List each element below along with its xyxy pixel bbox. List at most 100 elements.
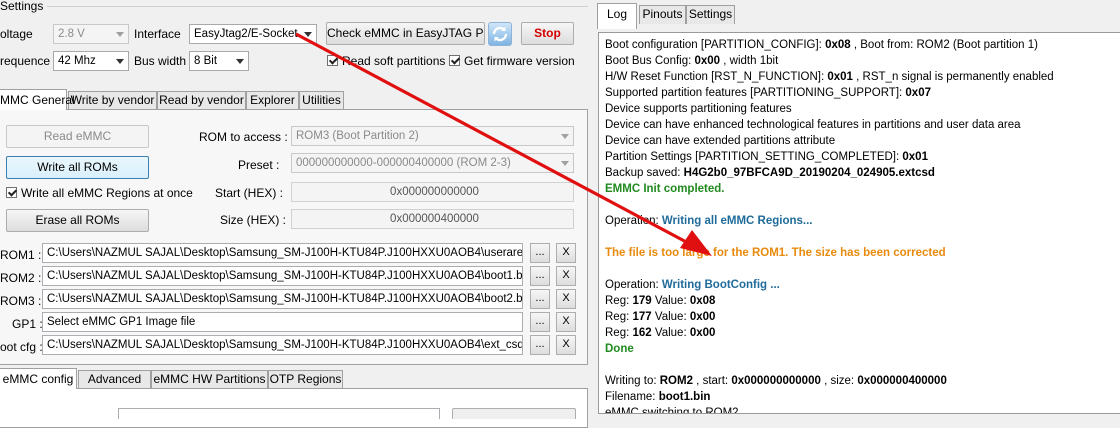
stop-button[interactable]: Stop bbox=[521, 22, 574, 45]
log-line: Operation: Writing BootConfig ... bbox=[605, 279, 780, 291]
gp1-browse-button[interactable]: ... bbox=[530, 312, 550, 332]
log-segment: Boot Bus Config: bbox=[605, 55, 695, 67]
log-line: Backup saved: H4G2b0_97BFCA9D_20190204_0… bbox=[605, 167, 935, 179]
read-emmc-button[interactable]: Read eMMC bbox=[6, 125, 149, 148]
boot-cfg-browse-button[interactable]: ... bbox=[530, 335, 550, 355]
interface-select[interactable]: EasyJtag2/E-Socket bbox=[189, 24, 317, 44]
read-soft-partitions-checkbox[interactable] bbox=[327, 55, 338, 66]
rom1-browse-button[interactable]: ... bbox=[530, 243, 550, 263]
rom1-path-field[interactable]: C:\Users\NAZMUL SAJAL\Desktop\Samsung_SM… bbox=[42, 243, 523, 263]
log-line: Reg: 179 Value: 0x08 bbox=[605, 295, 715, 307]
tab-otp-regions[interactable]: OTP Regions bbox=[268, 370, 343, 388]
bus-width-value: 8 Bit bbox=[194, 55, 218, 67]
interface-value: EasyJtag2/E-Socket bbox=[194, 28, 298, 40]
rom2-clear-button[interactable]: X bbox=[556, 266, 576, 286]
log-segment: The file is too large for the ROM1. The … bbox=[605, 247, 946, 259]
log-line: eMMC switching to ROM2 bbox=[605, 407, 739, 414]
get-firmware-checkbox[interactable] bbox=[449, 55, 460, 66]
log-segment: 162 bbox=[632, 327, 652, 339]
preset-label: Preset : bbox=[238, 158, 280, 172]
gp1-clear-button[interactable]: X bbox=[556, 312, 576, 332]
log-segment: eMMC switching to ROM2 bbox=[605, 407, 739, 414]
log-line: Operation: Writing all eMMC Regions... bbox=[605, 215, 812, 227]
log-segment: Value: bbox=[651, 327, 690, 339]
rom2-browse-button[interactable]: ... bbox=[530, 266, 550, 286]
tab-advanced[interactable]: Advanced bbox=[78, 370, 151, 388]
log-line: Done bbox=[605, 343, 634, 355]
log-segment: , width 1bit bbox=[720, 55, 779, 67]
log-segment: H/W Reset Function [RST_N_FUNCTION]: bbox=[605, 71, 828, 83]
log-segment: Writing BootConfig ... bbox=[661, 279, 780, 291]
write-all-regions-checkbox[interactable] bbox=[6, 187, 17, 198]
log-segment: 0x000000000000 bbox=[731, 375, 821, 387]
log-segment: H4G2b0_97BFCA9D_20190204_024905.extcsd bbox=[683, 167, 935, 179]
tab-emmc-config[interactable]: eMMC config bbox=[0, 368, 77, 389]
rom3-path-field[interactable]: C:\Users\NAZMUL SAJAL\Desktop\Samsung_SM… bbox=[42, 289, 523, 309]
tab-mmc-general[interactable]: MMC General bbox=[0, 89, 75, 110]
log-segment: Device can have enhanced technological f… bbox=[605, 119, 1021, 131]
rom2-path-field[interactable]: C:\Users\NAZMUL SAJAL\Desktop\Samsung_SM… bbox=[42, 266, 523, 286]
rom3-label: ROM3 : bbox=[0, 294, 42, 308]
log-segment: Reg: bbox=[605, 327, 633, 339]
chevron-down-icon bbox=[236, 59, 244, 64]
rom1-clear-button[interactable]: X bbox=[556, 243, 576, 263]
rom3-clear-button[interactable]: X bbox=[556, 289, 576, 309]
log-segment: Supported partition features [PARTITIONI… bbox=[605, 87, 906, 99]
log-segment: 0x00 bbox=[689, 327, 716, 339]
boot-cfg-path-field[interactable]: C:\Users\NAZMUL SAJAL\Desktop\Samsung_SM… bbox=[42, 335, 523, 355]
rom3-browse-button[interactable]: ... bbox=[530, 289, 550, 309]
tab-log[interactable]: Log bbox=[597, 3, 637, 29]
log-segment: Reg: bbox=[605, 295, 633, 307]
tab-pinouts[interactable]: Pinouts bbox=[639, 5, 686, 24]
write-all-regions-label: Write all eMMC Regions at once bbox=[21, 186, 193, 200]
gp1-path-field[interactable]: Select eMMC GP1 Image file bbox=[42, 312, 523, 332]
log-segment: Filename: bbox=[605, 391, 659, 403]
log-segment: 0x00 bbox=[694, 55, 721, 67]
tab-utilities[interactable]: Utilities bbox=[299, 91, 344, 109]
read-soft-partitions-label: Read soft partitions bbox=[342, 54, 446, 68]
boot-cfg-label: oot cfg : bbox=[0, 340, 43, 354]
log-segment: boot1.bin bbox=[658, 391, 711, 403]
rom-access-select[interactable]: ROM3 (Boot Partition 2) bbox=[291, 126, 574, 146]
start-hex-field[interactable]: 0x000000000000 bbox=[291, 182, 574, 202]
log-line: Device supports partitioning features bbox=[605, 103, 792, 115]
tab-write-by-vendor[interactable]: Write by vendor bbox=[68, 91, 157, 109]
log-segment: , RST_n signal is permanently enabled bbox=[852, 71, 1054, 83]
log-segment: Boot configuration [PARTITION_CONFIG]: bbox=[605, 39, 826, 51]
log-line: The file is too large for the ROM1. The … bbox=[605, 247, 946, 259]
log-segment: Operation: bbox=[605, 279, 662, 291]
stop-label: Stop bbox=[534, 26, 561, 40]
voltage-select[interactable]: 2.8 V bbox=[53, 24, 129, 44]
tab-read-by-vendor[interactable]: Read by vendor bbox=[157, 91, 246, 109]
settings-group-title: Settings bbox=[0, 0, 48, 13]
chevron-down-icon bbox=[116, 59, 124, 64]
bus-width-select[interactable]: 8 Bit bbox=[189, 51, 249, 71]
refresh-button[interactable] bbox=[488, 22, 512, 46]
log-segment: 0x000000400000 bbox=[857, 375, 947, 387]
log-line: EMMC Init completed. bbox=[605, 183, 724, 195]
preset-select[interactable]: 000000000000-000000400000 (ROM 2-3) bbox=[291, 153, 574, 173]
frequence-select[interactable]: 42 Mhz bbox=[53, 51, 129, 71]
log-segment: , start: bbox=[692, 375, 732, 387]
tab-explorer[interactable]: Explorer bbox=[246, 91, 299, 109]
log-segment: ROM2 bbox=[659, 375, 693, 387]
log-line: Partition Settings [PARTITION_SETTING_CO… bbox=[605, 151, 928, 163]
log-segment: Writing all eMMC Regions... bbox=[661, 215, 813, 227]
log-segment: Value: bbox=[651, 295, 690, 307]
size-hex-field[interactable]: 0x000000400000 bbox=[291, 209, 574, 229]
log-segment: 0x08 bbox=[689, 295, 716, 307]
log-segment: Operation: bbox=[605, 215, 662, 227]
write-all-roms-button[interactable]: Write all ROMs bbox=[6, 156, 149, 179]
log-segment: 177 bbox=[632, 311, 652, 323]
log-panel: Boot configuration [PARTITION_CONFIG]: 0… bbox=[598, 32, 1120, 414]
log-line: Reg: 177 Value: 0x00 bbox=[605, 311, 715, 323]
tab-emmc-hw-partitions[interactable]: eMMC HW Partitions bbox=[151, 370, 268, 388]
tab-settings-right[interactable]: Settings bbox=[686, 5, 735, 24]
log-segment: EMMC Init completed. bbox=[605, 183, 725, 195]
check-emmc-button[interactable]: Check eMMC in EasyJTAG Port bbox=[326, 22, 485, 45]
bus-width-label: Bus width bbox=[134, 54, 187, 68]
erase-all-roms-button[interactable]: Erase all ROMs bbox=[6, 209, 149, 232]
get-firmware-label: Get firmware version bbox=[464, 54, 575, 68]
chevron-down-icon bbox=[561, 134, 569, 139]
boot-cfg-clear-button[interactable]: X bbox=[556, 335, 576, 355]
